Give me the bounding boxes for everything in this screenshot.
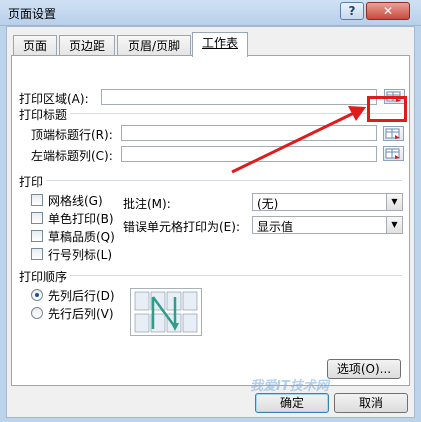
watermark-text: 我爱IT技术网 [250,379,329,394]
tab-sheet-label: 工作表 [201,36,238,50]
tab-sheet[interactable]: 工作表 [192,32,248,57]
annotation-arrow-icon [231,106,366,174]
